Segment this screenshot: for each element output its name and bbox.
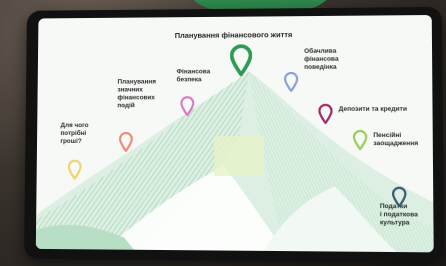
location-pin-icon: [353, 130, 367, 150]
label-careful-behavior: Обачлива фінансова поведінка: [304, 47, 339, 71]
label-why-money: Для чого потрібні гроші?: [60, 122, 89, 145]
location-pin-icon: [392, 187, 407, 207]
label-planning-events: Планування значних фінансових подій: [117, 78, 156, 110]
location-pin-icon: [181, 96, 195, 117]
location-pin-icon: [119, 132, 133, 152]
page-title: Планування фінансового життя: [174, 30, 293, 40]
location-pin-icon: [318, 104, 332, 124]
label-deposits: Депозити та кредити: [338, 105, 408, 113]
tablet-screen: Планування фінансового життя Для чого по…: [35, 15, 434, 253]
location-pin-icon: [230, 44, 253, 77]
location-pin-icon: [68, 160, 82, 180]
tablet-device: Планування фінансового життя Для чого по…: [23, 6, 445, 263]
label-security: Фінансова безпека: [176, 68, 211, 84]
location-pin-icon: [284, 71, 298, 92]
label-pension: Пенсійні заощадження: [373, 131, 419, 148]
